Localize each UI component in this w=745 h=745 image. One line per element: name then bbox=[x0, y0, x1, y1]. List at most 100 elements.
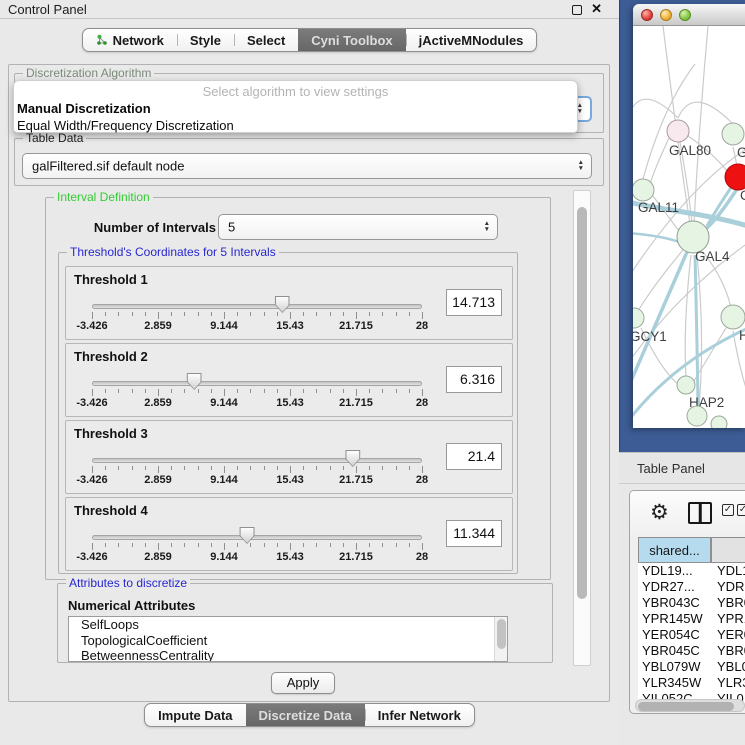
numerical-attributes-list[interactable]: SelfLoops TopologicalCoefficient Between… bbox=[68, 616, 508, 662]
table-row[interactable]: YDR27...YDR2 bbox=[638, 579, 745, 595]
slider-thumb[interactable] bbox=[345, 450, 360, 467]
node-label: GAL80 bbox=[669, 143, 711, 158]
table-row[interactable]: YPR145WYPR1 bbox=[638, 611, 745, 627]
network-node[interactable] bbox=[633, 179, 654, 201]
table-row[interactable]: YBR043CYBR0 bbox=[638, 595, 745, 611]
split-view-icon[interactable] bbox=[688, 502, 712, 524]
table-data-select[interactable]: galFiltered.sif default node ▲▼ bbox=[22, 153, 592, 179]
threshold-value-field[interactable]: 11.344 bbox=[446, 520, 502, 547]
tab-impute-data[interactable]: Impute Data bbox=[145, 704, 245, 726]
algorithm-dropdown-popup: Select algorithm to view settings Manual… bbox=[13, 80, 578, 133]
scrollbar-thumb[interactable] bbox=[577, 207, 587, 599]
close-window-icon[interactable] bbox=[641, 9, 653, 21]
tab-label: Cyni Toolbox bbox=[311, 33, 392, 48]
settings-scroll-area: Interval Definition Number of Intervals … bbox=[13, 190, 569, 666]
slider-tick-labels: -3.4262.8599.14415.4321.71528 bbox=[92, 320, 422, 332]
combo-arrows-icon: ▲▼ bbox=[578, 160, 584, 172]
tab-label: Select bbox=[247, 33, 285, 48]
threshold-value-field[interactable]: 21.4 bbox=[446, 443, 502, 470]
tab-cyni-toolbox[interactable]: Cyni Toolbox bbox=[298, 29, 405, 51]
dropdown-option-manual[interactable]: Manual Discretization bbox=[14, 100, 577, 117]
network-node[interactable] bbox=[667, 120, 689, 142]
tab-style[interactable]: Style bbox=[177, 29, 234, 51]
table-row[interactable]: YLR345WYLR3 bbox=[638, 675, 745, 691]
scrollbar-thumb[interactable] bbox=[638, 702, 734, 711]
slider-tick-labels: -3.4262.8599.14415.4321.71528 bbox=[92, 397, 422, 409]
slider-thumb[interactable] bbox=[275, 296, 290, 313]
threshold-value-field[interactable]: 6.316 bbox=[446, 366, 502, 393]
table-row[interactable]: YER054CYER0 bbox=[638, 627, 745, 643]
apply-button[interactable]: Apply bbox=[271, 672, 335, 694]
list-item[interactable]: SelfLoops bbox=[69, 617, 507, 633]
number-of-intervals-value: 5 bbox=[228, 220, 235, 235]
node-label: GAL bbox=[737, 145, 745, 160]
float-window-icon[interactable] bbox=[572, 5, 582, 15]
tab-label: Network bbox=[113, 33, 164, 48]
list-item[interactable]: BetweennessCentrality bbox=[69, 648, 507, 662]
tab-discretize-data[interactable]: Discretize Data bbox=[246, 704, 365, 726]
table-row[interactable]: YDL19...YDL1 bbox=[638, 563, 745, 579]
panel-scrollbar[interactable] bbox=[573, 190, 591, 666]
checkbox-icon[interactable]: ✓ bbox=[737, 504, 745, 516]
node-label: GAL4 bbox=[695, 249, 730, 264]
table-header-row: shared... na bbox=[638, 537, 745, 563]
network-node[interactable] bbox=[722, 123, 744, 145]
table-row[interactable]: YBL079WYBL0 bbox=[638, 659, 745, 675]
network-node[interactable] bbox=[687, 406, 707, 426]
cytoscape-desktop: GAL80GALCGAL11GAL4GCY1HHAP2 bbox=[619, 0, 745, 452]
column-header-shared[interactable]: shared... bbox=[638, 537, 711, 563]
panel-title: Control Panel bbox=[8, 2, 87, 17]
network-node[interactable] bbox=[711, 416, 727, 428]
tab-label: jActiveMNodules bbox=[419, 33, 524, 48]
group-title: Threshold's Coordinates for 5 Intervals bbox=[67, 245, 279, 259]
gear-icon[interactable]: ⚙ bbox=[650, 500, 669, 525]
column-header-name[interactable]: na bbox=[711, 537, 745, 563]
tab-label: Discretize Data bbox=[259, 708, 352, 723]
thresholds-group: Threshold's Coordinates for 5 Intervals … bbox=[58, 252, 518, 574]
dropdown-prompt: Select algorithm to view settings bbox=[14, 84, 577, 100]
horizontal-scrollbar[interactable] bbox=[635, 699, 745, 712]
cyni-toolbox-panel: Discretization Algorithm ▲▼ Table Data g… bbox=[8, 64, 610, 702]
tab-infer-network[interactable]: Infer Network bbox=[365, 704, 474, 726]
control-panel-titlebar: Control Panel ✕ bbox=[0, 0, 619, 19]
close-icon[interactable]: ✕ bbox=[591, 1, 602, 17]
threshold-label: Threshold 2 bbox=[74, 349, 148, 364]
network-node[interactable] bbox=[721, 305, 745, 329]
table-data-value: galFiltered.sif default node bbox=[32, 159, 184, 174]
tab-label: Style bbox=[190, 33, 221, 48]
slider-tick-labels: -3.4262.8599.14415.4321.71528 bbox=[92, 551, 422, 563]
threshold-label: Threshold 4 bbox=[74, 503, 148, 518]
node-label: GCY1 bbox=[633, 329, 667, 344]
tab-network[interactable]: Network bbox=[83, 29, 177, 51]
threshold-1-panel: Threshold 1 -3.4262.8599.14415.4321.7152… bbox=[65, 266, 513, 340]
list-item[interactable]: TopologicalCoefficient bbox=[69, 633, 507, 649]
minimize-window-icon[interactable] bbox=[660, 9, 672, 21]
threshold-4-panel: Threshold 4 -3.4262.8599.14415.4321.7152… bbox=[65, 497, 513, 571]
number-of-intervals-select[interactable]: 5 ▲▼ bbox=[218, 214, 498, 240]
threshold-label: Threshold 3 bbox=[74, 426, 148, 441]
threshold-2-panel: Threshold 2 -3.4262.8599.14415.4321.7152… bbox=[65, 343, 513, 417]
table-panel-title: Table Panel bbox=[637, 461, 705, 476]
attributes-group: Attributes to discretize Numerical Attri… bbox=[57, 583, 553, 663]
checkbox-icon[interactable]: ✓ bbox=[722, 504, 734, 516]
threshold-value-field[interactable]: 14.713 bbox=[446, 289, 502, 316]
zoom-window-icon[interactable] bbox=[679, 9, 691, 21]
slider-thumb[interactable] bbox=[187, 373, 202, 390]
table-panel-window: ⚙ ✓ ✓ shared... na YDL19...YDL1YDR27...Y… bbox=[629, 490, 745, 714]
network-view-window[interactable]: GAL80GALCGAL11GAL4GCY1HHAP2 bbox=[633, 4, 745, 428]
dropdown-option-equal-width[interactable]: Equal Width/Frequency Discretization bbox=[14, 117, 577, 134]
tab-jactivemnodules[interactable]: jActiveMNodules bbox=[406, 29, 537, 51]
slider-thumb[interactable] bbox=[240, 527, 255, 544]
node-label: GAL11 bbox=[638, 200, 679, 215]
tab-select[interactable]: Select bbox=[234, 29, 298, 51]
tab-label: Impute Data bbox=[158, 708, 232, 723]
table-row[interactable]: YBR045CYBR0 bbox=[638, 643, 745, 659]
network-canvas[interactable]: GAL80GALCGAL11GAL4GCY1HHAP2 bbox=[633, 26, 745, 428]
network-node[interactable] bbox=[677, 376, 695, 394]
number-of-intervals-label: Number of Intervals bbox=[66, 220, 216, 235]
numerical-attributes-label: Numerical Attributes bbox=[68, 598, 195, 613]
interval-definition-group: Interval Definition Number of Intervals … bbox=[45, 197, 551, 580]
network-node[interactable] bbox=[725, 164, 745, 190]
network-node[interactable] bbox=[633, 308, 644, 328]
list-scrollbar[interactable] bbox=[494, 617, 507, 661]
